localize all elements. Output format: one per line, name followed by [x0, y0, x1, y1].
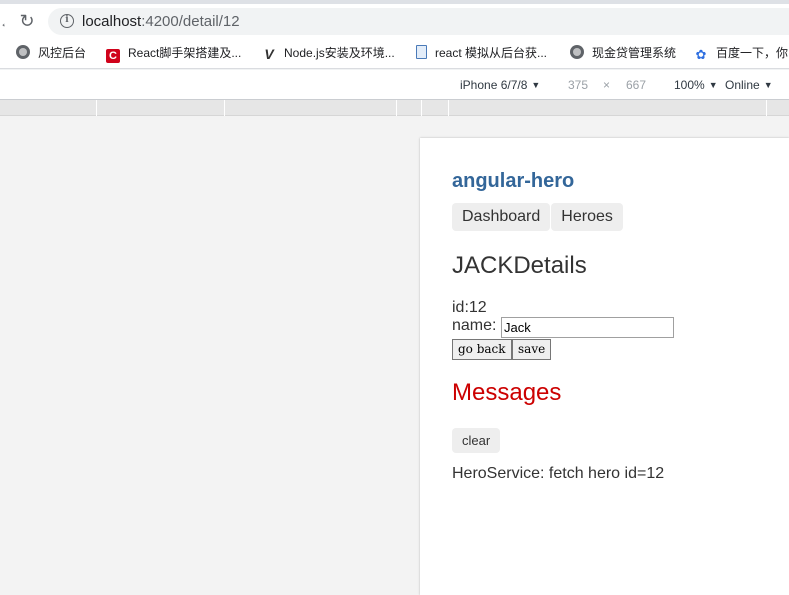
- bookmark-label: react 模拟从后台获...: [435, 46, 548, 60]
- v-logo-icon: V: [264, 46, 274, 62]
- bookmark-fengkong[interactable]: 风控后台: [0, 45, 86, 61]
- zoom-select[interactable]: 100% ▼: [674, 78, 718, 92]
- app-nav: Dashboard Heroes: [452, 203, 624, 231]
- width-input[interactable]: 375: [568, 78, 588, 92]
- ruler-tick: [396, 100, 397, 116]
- hero-name-row: name:: [452, 317, 674, 338]
- bookmark-loan-system[interactable]: 现金贷管理系统: [570, 45, 676, 61]
- ruler-tick: [224, 100, 225, 116]
- height-input[interactable]: 667: [626, 78, 646, 92]
- reload-icon[interactable]: ↻: [16, 10, 38, 32]
- url-path: :4200/detail/12: [141, 13, 240, 30]
- device-toolbar: iPhone 6/7/8 ▼ 375 × 667 100% ▼ Online ▼: [0, 70, 789, 100]
- zoom-label: 100%: [674, 78, 705, 92]
- bookmark-label: Node.js安装及环境...: [284, 46, 395, 60]
- app-title: angular-hero: [452, 170, 575, 192]
- network-label: Online: [725, 78, 760, 92]
- bookmark-react-mock[interactable]: react 模拟从后台获...: [416, 45, 547, 61]
- bookmarks-bar: 风控后台 C React脚手架搭建及... V Node.js安装及环境... re…: [0, 38, 789, 69]
- save-button[interactable]: save: [512, 339, 552, 360]
- url-host: localhost: [82, 13, 142, 30]
- network-select[interactable]: Online ▼: [725, 78, 773, 92]
- bookmark-label: React脚手架搭建及...: [128, 46, 242, 60]
- ruler-tick: [766, 100, 767, 116]
- device-select[interactable]: iPhone 6/7/8 ▼: [460, 78, 540, 92]
- caret-down-icon: ▼: [531, 80, 541, 90]
- hero-detail-title: JACKDetails: [452, 252, 587, 279]
- info-icon[interactable]: i: [60, 14, 74, 28]
- ruler-tick: [448, 100, 449, 116]
- bookmark-baidu[interactable]: ✿ 百度一下，你: [694, 45, 789, 62]
- ruler-tick: [421, 100, 422, 116]
- url-text[interactable]: localhost:4200/detail/12: [82, 13, 240, 30]
- bookmark-label: 百度一下，你: [716, 46, 789, 60]
- toolbar: ← ↻ i localhost:4200/detail/12: [0, 4, 789, 38]
- bookmark-react-scaffold[interactable]: C React脚手架搭建及...: [106, 45, 242, 63]
- hero-id: id:12: [452, 299, 487, 316]
- bookmark-label: 现金贷管理系统: [592, 46, 677, 60]
- times-symbol: ×: [603, 78, 611, 92]
- globe-icon: [570, 45, 584, 59]
- caret-down-icon: ▼: [708, 80, 718, 90]
- bookmark-nodejs[interactable]: V Node.js安装及环境...: [262, 45, 395, 62]
- paw-icon: ✿: [695, 47, 707, 62]
- go-back-button[interactable]: go back: [452, 339, 512, 360]
- c-logo-icon: C: [106, 49, 120, 63]
- ruler-tick: [96, 100, 97, 116]
- media-query-ruler[interactable]: [0, 100, 789, 116]
- detail-buttons: go back save: [452, 339, 552, 360]
- address-bar[interactable]: i localhost:4200/detail/12: [48, 8, 789, 35]
- hero-name-input[interactable]: [501, 317, 674, 338]
- caret-down-icon: ▼: [763, 80, 773, 90]
- hero-name-label: name:: [452, 317, 497, 334]
- clear-messages-button[interactable]: clear: [452, 428, 501, 453]
- document-icon: [416, 45, 427, 59]
- nav-heroes-link[interactable]: Heroes: [551, 203, 623, 231]
- back-arrow-icon[interactable]: ←: [0, 16, 5, 30]
- message-item: HeroService: fetch hero id=12: [452, 465, 665, 482]
- device-label: iPhone 6/7/8: [460, 78, 528, 92]
- emulated-viewport: angular-hero Dashboard Heroes JACKDetails…: [420, 138, 789, 595]
- messages-title: Messages: [452, 379, 562, 406]
- nav-dashboard-link[interactable]: Dashboard: [452, 203, 551, 231]
- globe-icon: [16, 45, 30, 59]
- bookmark-label: 风控后台: [38, 46, 87, 60]
